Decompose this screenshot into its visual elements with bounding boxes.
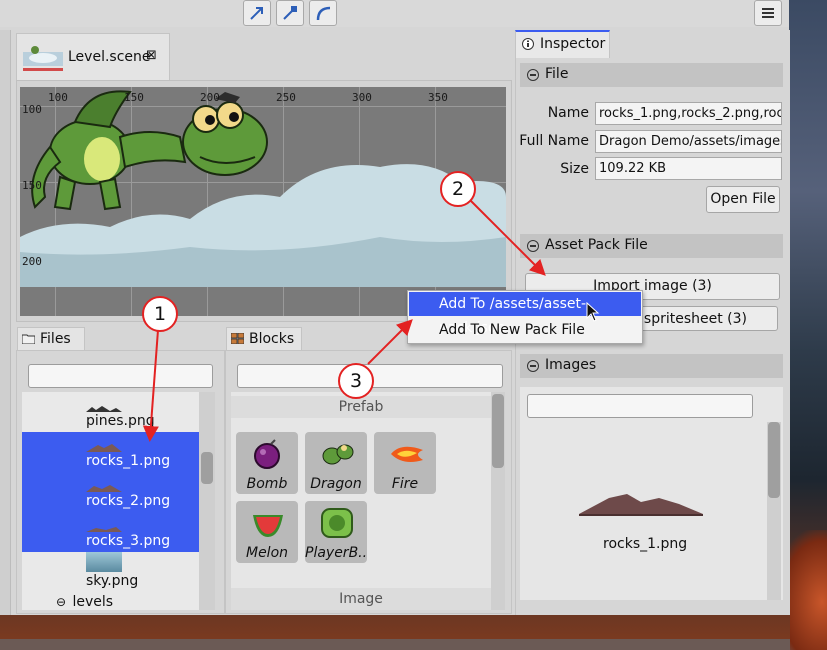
- annotation-badge: 1: [142, 296, 178, 332]
- annotation-arrows: [142, 199, 546, 442]
- annotation-badge: 2: [440, 171, 476, 207]
- annotation-badge: 3: [338, 363, 374, 399]
